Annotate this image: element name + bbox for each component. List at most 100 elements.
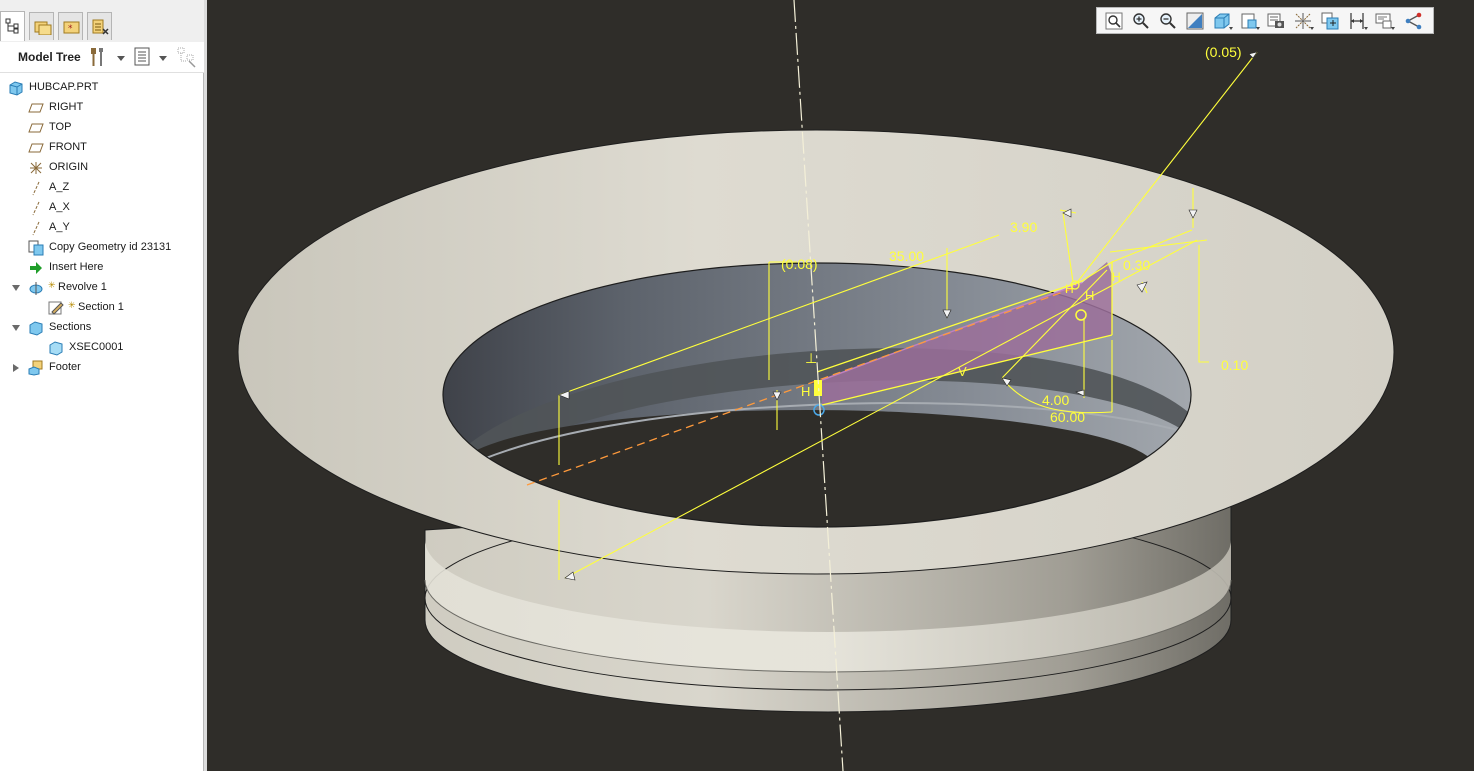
tree-item-label: TOP: [49, 121, 72, 133]
collapse-icon[interactable]: [12, 325, 20, 331]
navigator-tab-strip: *: [0, 0, 204, 42]
model-tree-header: Model Tree: [0, 42, 204, 73]
dimension-text[interactable]: 0.30: [1123, 257, 1150, 273]
tree-filter-button[interactable]: [176, 46, 200, 68]
tree-item-insert-here[interactable]: Insert Here: [0, 258, 204, 278]
horizontal-constraint[interactable]: H: [801, 384, 810, 399]
zoom-in-button[interactable]: [1130, 10, 1152, 32]
tree-item-sections[interactable]: Sections: [0, 318, 204, 338]
footer-icon: [28, 360, 43, 376]
tree-item-origin[interactable]: ORIGIN: [0, 158, 204, 178]
zoom-out-button[interactable]: [1157, 10, 1179, 32]
zoom-in-icon: [1133, 13, 1149, 29]
annotation-display-button[interactable]: [1346, 10, 1368, 32]
dimension-text[interactable]: 60.00: [1050, 409, 1085, 425]
csys-icon: [30, 162, 42, 174]
saved-views-button[interactable]: [1238, 10, 1260, 32]
tree-item-revolve-1[interactable]: ✳ Revolve 1: [0, 278, 204, 298]
datum-plane-icon: [28, 123, 44, 133]
tree-item-a-x[interactable]: A_X: [0, 198, 204, 218]
tree-item-section-1[interactable]: ✳ Section 1: [0, 298, 204, 318]
show-dropdown-icon: [159, 56, 167, 61]
perpendicular-constraint[interactable]: ⊥: [805, 350, 817, 367]
favorites-tab[interactable]: *: [58, 12, 83, 40]
display-style-button[interactable]: [1211, 10, 1233, 32]
expand-icon[interactable]: [13, 364, 19, 372]
tree-item-front[interactable]: FRONT: [0, 138, 204, 158]
part-icon: [9, 81, 23, 96]
tree-item-label: Sections: [49, 321, 92, 333]
section-display-button[interactable]: [1403, 10, 1425, 32]
vertical-constraint[interactable]: V: [958, 364, 967, 379]
view-manager-icon: [1267, 13, 1284, 28]
tree-item-label: XSEC0001: [69, 341, 124, 353]
revolve-icon: [29, 282, 43, 295]
tree-filter-icon: [177, 47, 196, 68]
datum-display-button[interactable]: [1292, 10, 1314, 32]
svg-text:*: *: [68, 24, 73, 34]
model-tree-tab[interactable]: [0, 11, 25, 41]
sketcher-display-dropdown-icon: [1391, 27, 1395, 30]
tree-item-label: FRONT: [49, 141, 87, 153]
dimension-text[interactable]: 3.90: [1010, 219, 1037, 235]
tree-item-top[interactable]: TOP: [0, 118, 204, 138]
repaint-button[interactable]: [1184, 10, 1206, 32]
sketch-icon: [48, 301, 64, 315]
settings-button[interactable]: [88, 46, 128, 68]
show-list-icon: [134, 47, 150, 66]
datum-axis-icon: [32, 181, 40, 196]
sections-icon: [29, 321, 43, 336]
graphics-toolbar: [1096, 7, 1434, 34]
tree-item-a-y[interactable]: A_Y: [0, 218, 204, 238]
horizontal-constraint[interactable]: H: [1112, 270, 1121, 284]
tree-item-copy-geometry[interactable]: Copy Geometry id 23131: [0, 238, 204, 258]
folder-browser-tab[interactable]: [29, 12, 54, 40]
graphics-window[interactable]: (0.05) 3.90 35.00 (0.08) 0.30 0.10 4.00 …: [207, 0, 1474, 771]
tree-item-label: ORIGIN: [49, 161, 89, 173]
datum-plane-icon: [28, 103, 44, 113]
annotation-display-dropdown-icon: [1364, 27, 1368, 30]
tree-item-hubcap-prt[interactable]: HUBCAP.PRT: [0, 78, 204, 98]
tree-item-label: HUBCAP.PRT: [29, 81, 99, 93]
view-manager-button[interactable]: [1265, 10, 1287, 32]
datum-axis-icon: [32, 221, 40, 236]
tree-item-a-z[interactable]: A_Z: [0, 178, 204, 198]
show-button[interactable]: [132, 46, 172, 68]
horizontal-constraint[interactable]: H: [1065, 282, 1074, 296]
dimension-text[interactable]: 4.00: [1042, 392, 1069, 408]
tree-item-label: Footer: [49, 361, 81, 373]
dimension-text[interactable]: 35.00: [889, 248, 924, 264]
tree-item-label: Section 1: [78, 301, 124, 313]
tree-item-label: Copy Geometry id 23131: [49, 241, 172, 253]
tree-item-xsec0001[interactable]: XSEC0001: [0, 338, 204, 358]
copy-geometry-icon: [28, 240, 44, 256]
layers-tab[interactable]: [87, 12, 112, 40]
spin-center-icon: [1321, 12, 1339, 30]
tree-item-label: A_Y: [49, 221, 70, 233]
sketcher-display-button[interactable]: [1373, 10, 1395, 32]
navigator-panel: * Model Tree HUBCAP.PRT RIGHT TOP FRONT …: [0, 0, 204, 771]
tree-item-right[interactable]: RIGHT: [0, 98, 204, 118]
dimension-text[interactable]: (0.08): [781, 256, 818, 272]
regen-star-icon: ✳: [68, 300, 76, 310]
collapse-icon[interactable]: [12, 285, 20, 291]
tree-item-label: RIGHT: [49, 101, 84, 113]
spin-center-button[interactable]: [1319, 10, 1341, 32]
favorites-tab-icon: *: [63, 21, 80, 34]
insert-arrow-icon: [30, 262, 42, 274]
dimension-text[interactable]: 0.10: [1221, 357, 1248, 373]
refit-icon: [1105, 12, 1123, 30]
datum-plane-icon: [28, 143, 44, 153]
model-tree-title: Model Tree: [18, 50, 81, 64]
datum-axis-icon: [32, 201, 40, 216]
tree-item-label: A_X: [49, 201, 70, 213]
tree-item-label: Insert Here: [49, 261, 104, 273]
dimension-text[interactable]: (0.05): [1205, 44, 1242, 60]
model-scene[interactable]: [207, 0, 1474, 771]
tree-item-footer[interactable]: Footer: [0, 358, 204, 378]
horizontal-constraint[interactable]: H: [1085, 288, 1094, 303]
zoom-out-icon: [1160, 13, 1176, 29]
creo-window: * Model Tree HUBCAP.PRT RIGHT TOP FRONT …: [0, 0, 1474, 771]
refit-button[interactable]: [1103, 10, 1125, 32]
datum-display-dropdown-icon: [1310, 27, 1314, 30]
